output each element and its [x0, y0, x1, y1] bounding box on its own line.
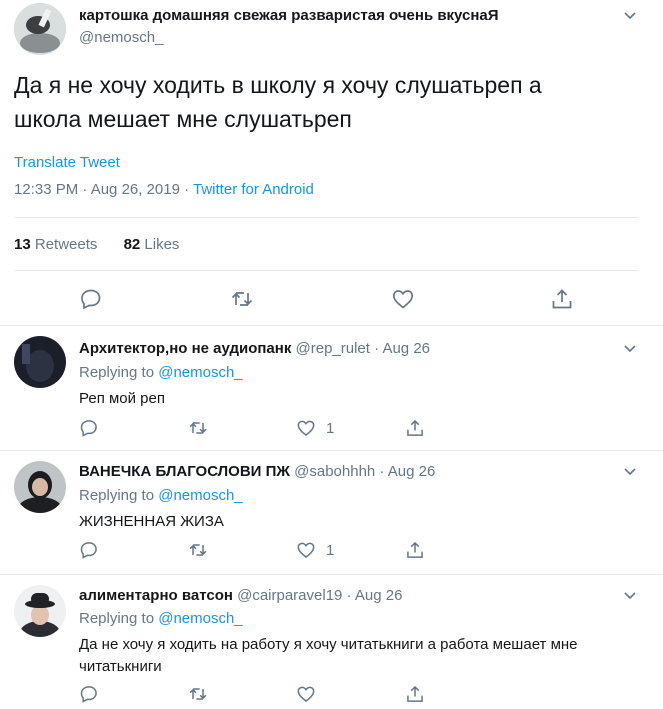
reply-header: ВАНЕЧКА БЛАГОСЛОВИ ПЖ @sabohhhh · Aug 26: [79, 463, 435, 480]
reply-text: Да не хочу я ходить на работу я хочу чит…: [79, 634, 649, 678]
reply-date[interactable]: · Aug 26: [370, 340, 430, 357]
replying-handle[interactable]: @nemosch_: [158, 487, 242, 504]
share-icon[interactable]: [550, 287, 574, 311]
replying-to: Replying to @nemosch_: [79, 364, 243, 381]
like-icon[interactable]: [296, 684, 316, 704]
like-icon[interactable]: [296, 540, 316, 560]
timestamp[interactable]: 12:33 PM · Aug 26, 2019 ·: [14, 181, 193, 198]
divider: [14, 217, 638, 218]
reply-icon[interactable]: [79, 418, 99, 438]
divider: [14, 270, 638, 271]
like-icon[interactable]: [296, 418, 316, 438]
tweet-meta: 12:33 PM · Aug 26, 2019 · Twitter for An…: [14, 181, 314, 198]
display-name[interactable]: Архитектор,но не аудиопанк: [79, 340, 291, 357]
chevron-down-icon[interactable]: [622, 464, 638, 480]
retweet-icon[interactable]: [188, 684, 208, 704]
reply-text: ЖИЗНЕННАЯ ЖИЗА: [79, 511, 224, 533]
chevron-down-icon[interactable]: [622, 341, 638, 357]
likes-label: Likes: [140, 236, 180, 253]
reply-text-line: читатькниги: [79, 658, 162, 675]
chevron-down-icon[interactable]: [622, 8, 638, 24]
replying-to: Replying to @nemosch_: [79, 610, 243, 627]
reply-text-line: Да не хочу я ходить на работу я хочу чит…: [79, 636, 578, 653]
translate-link[interactable]: Translate Tweet: [14, 154, 120, 171]
reply-header: алиментарно ватсон @cairparavel19 · Aug …: [79, 587, 402, 604]
replying-label: Replying to: [79, 610, 159, 627]
share-icon[interactable]: [405, 684, 425, 704]
likes-stat[interactable]: 82 Likes: [124, 236, 180, 253]
handle[interactable]: @rep_rulet: [296, 340, 370, 357]
avatar[interactable]: [14, 336, 66, 388]
replying-label: Replying to: [79, 364, 159, 381]
divider: [0, 574, 663, 575]
tweet-stats: 13 Retweets 82 Likes: [14, 236, 179, 253]
reply-text-line: Реп мой реп: [79, 390, 165, 407]
display-name[interactable]: ВАНЕЧКА БЛАГОСЛОВИ ПЖ: [79, 463, 290, 480]
chevron-down-icon[interactable]: [622, 588, 638, 604]
reply-header: Архитектор,но не аудиопанк @rep_rulet · …: [79, 340, 430, 357]
display-name[interactable]: алиментарно ватсон: [79, 587, 233, 604]
handle[interactable]: @nemosch_: [79, 29, 163, 46]
handle[interactable]: @cairparavel19: [237, 587, 342, 604]
reply-date[interactable]: · Aug 26: [342, 587, 403, 604]
handle[interactable]: @sabohhhh: [294, 463, 375, 480]
avatar[interactable]: [14, 3, 66, 55]
like-icon[interactable]: [391, 287, 415, 311]
replying-handle[interactable]: @nemosch_: [158, 364, 242, 381]
reply-icon[interactable]: [79, 540, 99, 560]
tweet-text: Да я не хочу ходить в школу я хочу слуша…: [14, 68, 542, 136]
retweets-stat[interactable]: 13 Retweets: [14, 236, 97, 253]
share-icon[interactable]: [405, 418, 425, 438]
avatar[interactable]: [14, 585, 66, 637]
tweet-text-line: школа мешает мне слушатьреп: [14, 106, 352, 132]
like-count: 1: [326, 420, 335, 437]
like-count: 1: [326, 542, 335, 559]
display-name[interactable]: картошка домашняя свежая разваристая оче…: [79, 7, 499, 24]
retweet-icon[interactable]: [230, 287, 254, 311]
reply-date[interactable]: · Aug 26: [375, 463, 435, 480]
replying-handle[interactable]: @nemosch_: [158, 610, 242, 627]
replying-label: Replying to: [79, 487, 159, 504]
reply-icon[interactable]: [79, 287, 103, 311]
share-icon[interactable]: [405, 540, 425, 560]
reply-text-line: ЖИЗНЕННАЯ ЖИЗА: [79, 513, 224, 530]
retweet-icon[interactable]: [188, 540, 208, 560]
likes-count: 82: [123, 236, 141, 253]
tweet-text-line: Да я не хочу ходить в школу я хочу слуша…: [14, 72, 542, 98]
retweets-label: Retweets: [30, 236, 98, 253]
replying-to: Replying to @nemosch_: [79, 487, 243, 504]
retweet-icon[interactable]: [188, 418, 208, 438]
avatar[interactable]: [14, 461, 66, 513]
divider: [0, 450, 663, 451]
retweets-count: 13: [14, 236, 31, 253]
divider: [0, 325, 663, 326]
reply-text: Реп мой реп: [79, 388, 165, 410]
reply-icon[interactable]: [79, 684, 99, 704]
source-link[interactable]: Twitter for Android: [193, 181, 314, 198]
